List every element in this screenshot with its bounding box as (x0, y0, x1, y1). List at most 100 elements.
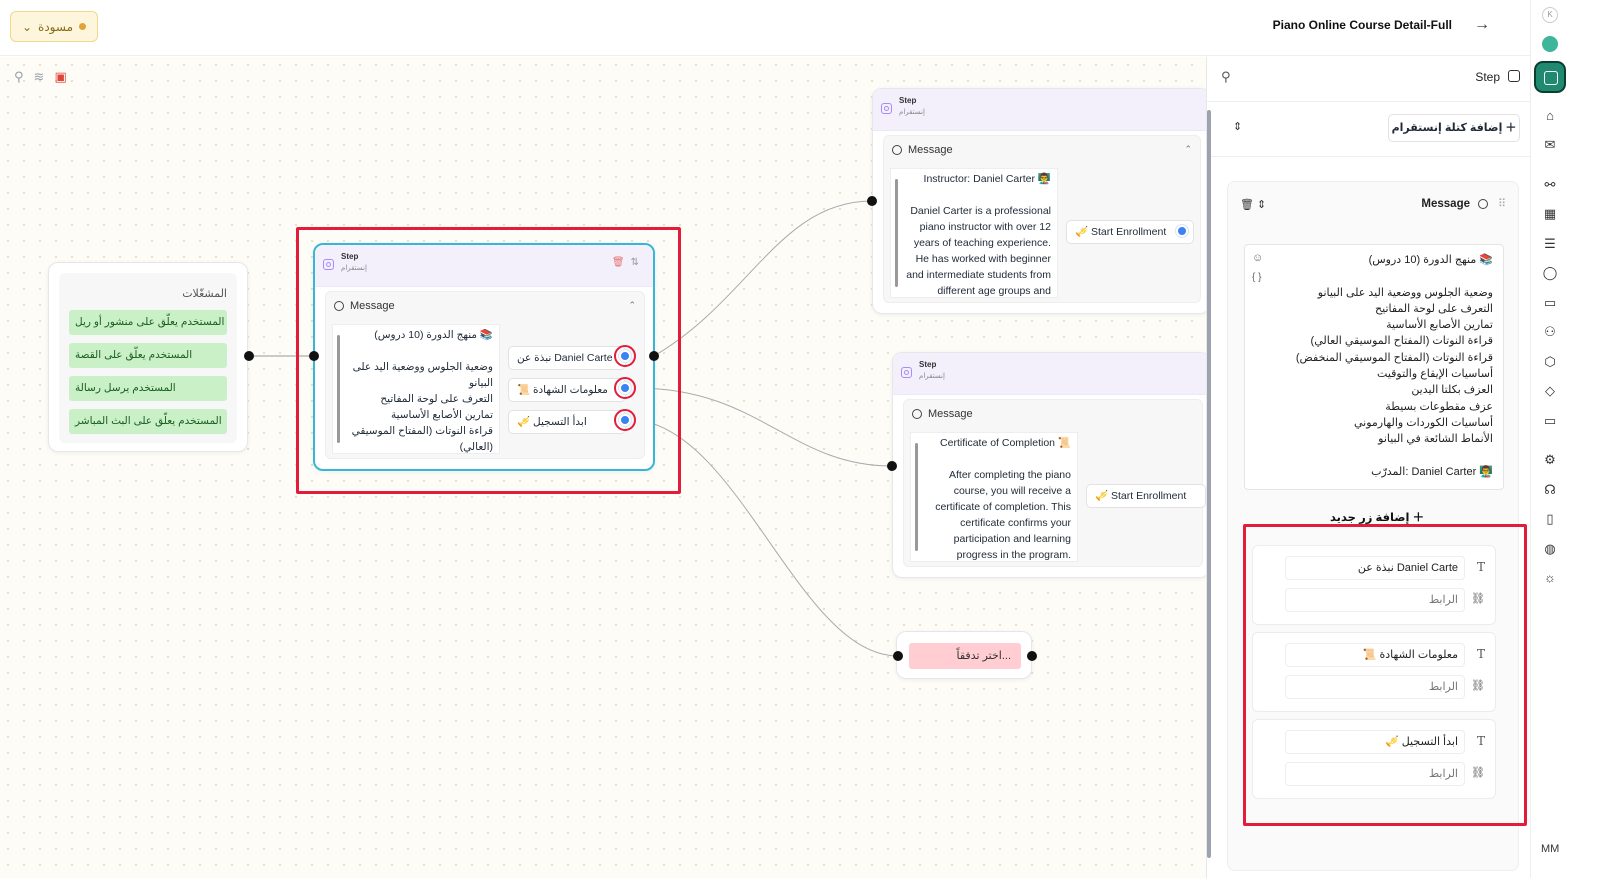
user-initials[interactable]: MM (1541, 843, 1559, 855)
step-input-handle[interactable] (867, 196, 877, 206)
arrow-right-icon[interactable]: → (1474, 16, 1490, 34)
variable-icon[interactable]: { } (1252, 272, 1261, 283)
chevron-updown-icon[interactable]: ⇕ (1233, 120, 1242, 133)
trigger-item[interactable]: المستخدم يعلّق على البث المباشر (69, 409, 227, 434)
globe-icon[interactable]: ◍ (1541, 540, 1559, 558)
drag-handle-icon[interactable]: ⠿ (1498, 197, 1506, 210)
instagram-icon (1508, 70, 1520, 82)
top-bar: ⌄ مسودة Piano Online Course Detail-Full … (0, 0, 1564, 56)
step-node-instructor[interactable]: Step إنستقرام Message ⌃ Instructor: Dani… (872, 88, 1210, 314)
flows-icon[interactable]: ⚯ (1541, 176, 1559, 194)
message-button[interactable]: 🎺 Start Enrollment (1066, 220, 1194, 244)
instagram-icon (901, 367, 912, 378)
trigger-item[interactable]: المستخدم يرسل رسالة (69, 376, 227, 401)
choose-flow-output-handle[interactable] (1027, 651, 1037, 661)
theme-icon[interactable]: ☼ (1541, 569, 1559, 587)
inbox-icon[interactable]: ✉ (1541, 136, 1559, 154)
chevron-down-icon: ⌄ (21, 19, 33, 34)
choose-flow-select[interactable]: اختر تدفقاً... (909, 643, 1021, 669)
plus-icon: ＋ (1505, 122, 1517, 134)
choose-flow-node[interactable]: اختر تدفقاً... (896, 631, 1032, 679)
message-button[interactable]: نبذة عن Daniel Carte (508, 346, 626, 370)
flow-title: Piano Online Course Detail-Full (1272, 18, 1452, 32)
chat-bubble-icon (912, 409, 922, 419)
save-icon[interactable]: ▣ (54, 69, 66, 85)
step-title: Step (899, 96, 917, 105)
support-icon[interactable]: ☊ (1541, 481, 1559, 499)
message-block[interactable]: Message ⌃ Instructor: Daniel Carter 👨‍🏫 … (883, 135, 1201, 303)
canvas-toolbar: ⚲ ≋ ▣ (14, 69, 67, 85)
triggers-title: المشغّلات (182, 288, 227, 300)
card-icon[interactable]: ▭ (1541, 412, 1559, 430)
message-text: منهج الدورة (10 دروس) 📚 وضعية الجلوس ووض… (332, 324, 500, 454)
chat-bubble-icon (892, 145, 902, 155)
message-header: Message (912, 408, 973, 420)
add-new-button-label: إضافة زر جديد (1330, 512, 1410, 524)
panel-title: Step (1475, 70, 1500, 84)
step-input-handle[interactable] (309, 351, 319, 361)
list-icon[interactable]: ☰ (1541, 235, 1559, 253)
message-header: Message (892, 144, 953, 156)
contacts-icon[interactable]: ⚇ (1541, 323, 1559, 341)
triggers-list: المشغّلات المستخدم يعلّق على منشور أو ري… (59, 273, 237, 443)
message-block[interactable]: Message ⌃ منهج الدورة (10 دروس) 📚 وضعية … (325, 291, 645, 459)
pin-icon[interactable]: ⚲ (14, 69, 24, 85)
panel-header: ⚲ Step (1207, 57, 1530, 102)
message-text: Certificate of Completion 📜 After comple… (910, 432, 1078, 562)
message-editor-header: 🗑 ⇕ Message ⠿ (1228, 182, 1518, 230)
bot-avatar[interactable] (1542, 36, 1558, 52)
book-icon[interactable]: ▯ (1541, 510, 1559, 528)
triggers-node[interactable]: المشغّلات المستخدم يعلّق على منشور أو ري… (48, 262, 248, 452)
step-node-certificate[interactable]: Step إنستقرام Message Certificate of Com… (892, 352, 1210, 578)
step-input-handle[interactable] (887, 461, 897, 471)
message-label: Message (350, 300, 395, 312)
step-subtitle: إنستقرام (919, 373, 945, 380)
highlight-ring (614, 377, 636, 399)
comments-icon[interactable]: ▭ (1541, 294, 1559, 312)
settings-icon[interactable]: ⚙ (1541, 451, 1559, 469)
chevron-updown-icon[interactable]: ⌃ (1184, 144, 1192, 155)
message-button[interactable]: 🎺 ابدأ التسجيل (508, 410, 626, 434)
choose-flow-input-handle[interactable] (893, 651, 903, 661)
home-icon[interactable]: ⌂ (1541, 107, 1559, 125)
chat-bubble-icon (334, 301, 344, 311)
chevron-updown-icon[interactable]: ⌃ (628, 300, 636, 311)
icon-rail: K ⌂ ✉ ⚯ ▦ ☰ ◯ ▭ ⚇ ⬡ ◇ ▭ ⚙ ☊ ▯ ◍ ☼ MM (1530, 0, 1568, 878)
trash-icon[interactable]: 🗑⇅ (612, 257, 645, 268)
add-instagram-block-button[interactable]: إضافة كتلة إنستقرام ＋ (1388, 114, 1520, 142)
message-textarea[interactable]: منهج الدورة (10 دروس) 📚 وضعية الجلوس ووض… (1244, 244, 1504, 490)
trigger-item[interactable]: المستخدم يعلّق على منشور أو ريل (69, 310, 227, 335)
trigger-item[interactable]: المستخدم يعلّق على القصة (69, 343, 227, 368)
step-subtitle: إنستقرام (899, 109, 925, 116)
panel-scrollbar[interactable] (1207, 110, 1211, 858)
plus-icon: ＋ (1412, 512, 1425, 524)
message-button[interactable]: 📜 معلومات الشهادة (508, 378, 626, 402)
message-button[interactable]: 🎺 Start Enrollment (1086, 484, 1206, 508)
add-instagram-block-label: إضافة كتلة إنستقرام (1391, 122, 1503, 134)
chevron-updown-icon[interactable]: ⇅ (631, 257, 645, 268)
add-new-button[interactable]: إضافة زر جديد ＋ (1330, 509, 1424, 525)
step-node-main[interactable]: Step إنستقرام 🗑⇅ Message ⌃ منهج الدورة (… (313, 243, 655, 471)
instagram-icon (881, 103, 892, 114)
pin-icon[interactable]: ⚲ (1221, 69, 1231, 85)
instagram-icon (323, 259, 334, 270)
step-output-handle[interactable] (649, 351, 659, 361)
layout-icon[interactable]: ▦ (1541, 205, 1559, 223)
button-handle-dot[interactable] (1176, 225, 1188, 237)
instagram-channel-icon[interactable] (1536, 63, 1564, 91)
chat-icon[interactable]: ◯ (1541, 264, 1559, 282)
emoji-icon[interactable]: ☺ (1252, 252, 1263, 264)
highlight-ring (614, 345, 636, 367)
highlight-box-buttons (1243, 524, 1527, 826)
status-dot (79, 23, 87, 30)
tag-icon[interactable]: ◇ (1541, 382, 1559, 400)
message-label: Message (928, 408, 973, 420)
trigger-output-handle[interactable] (244, 351, 254, 361)
box-icon[interactable]: ⬡ (1541, 353, 1559, 371)
step-title: Step (341, 252, 359, 261)
trash-icon[interactable]: 🗑 ⇕ (1240, 198, 1266, 211)
layers-icon[interactable]: ≋ (34, 69, 45, 85)
message-block[interactable]: Message Certificate of Completion 📜 Afte… (903, 399, 1206, 567)
workspace-badge[interactable]: K (1542, 7, 1558, 23)
status-dropdown[interactable]: ⌄ مسودة (10, 11, 98, 42)
